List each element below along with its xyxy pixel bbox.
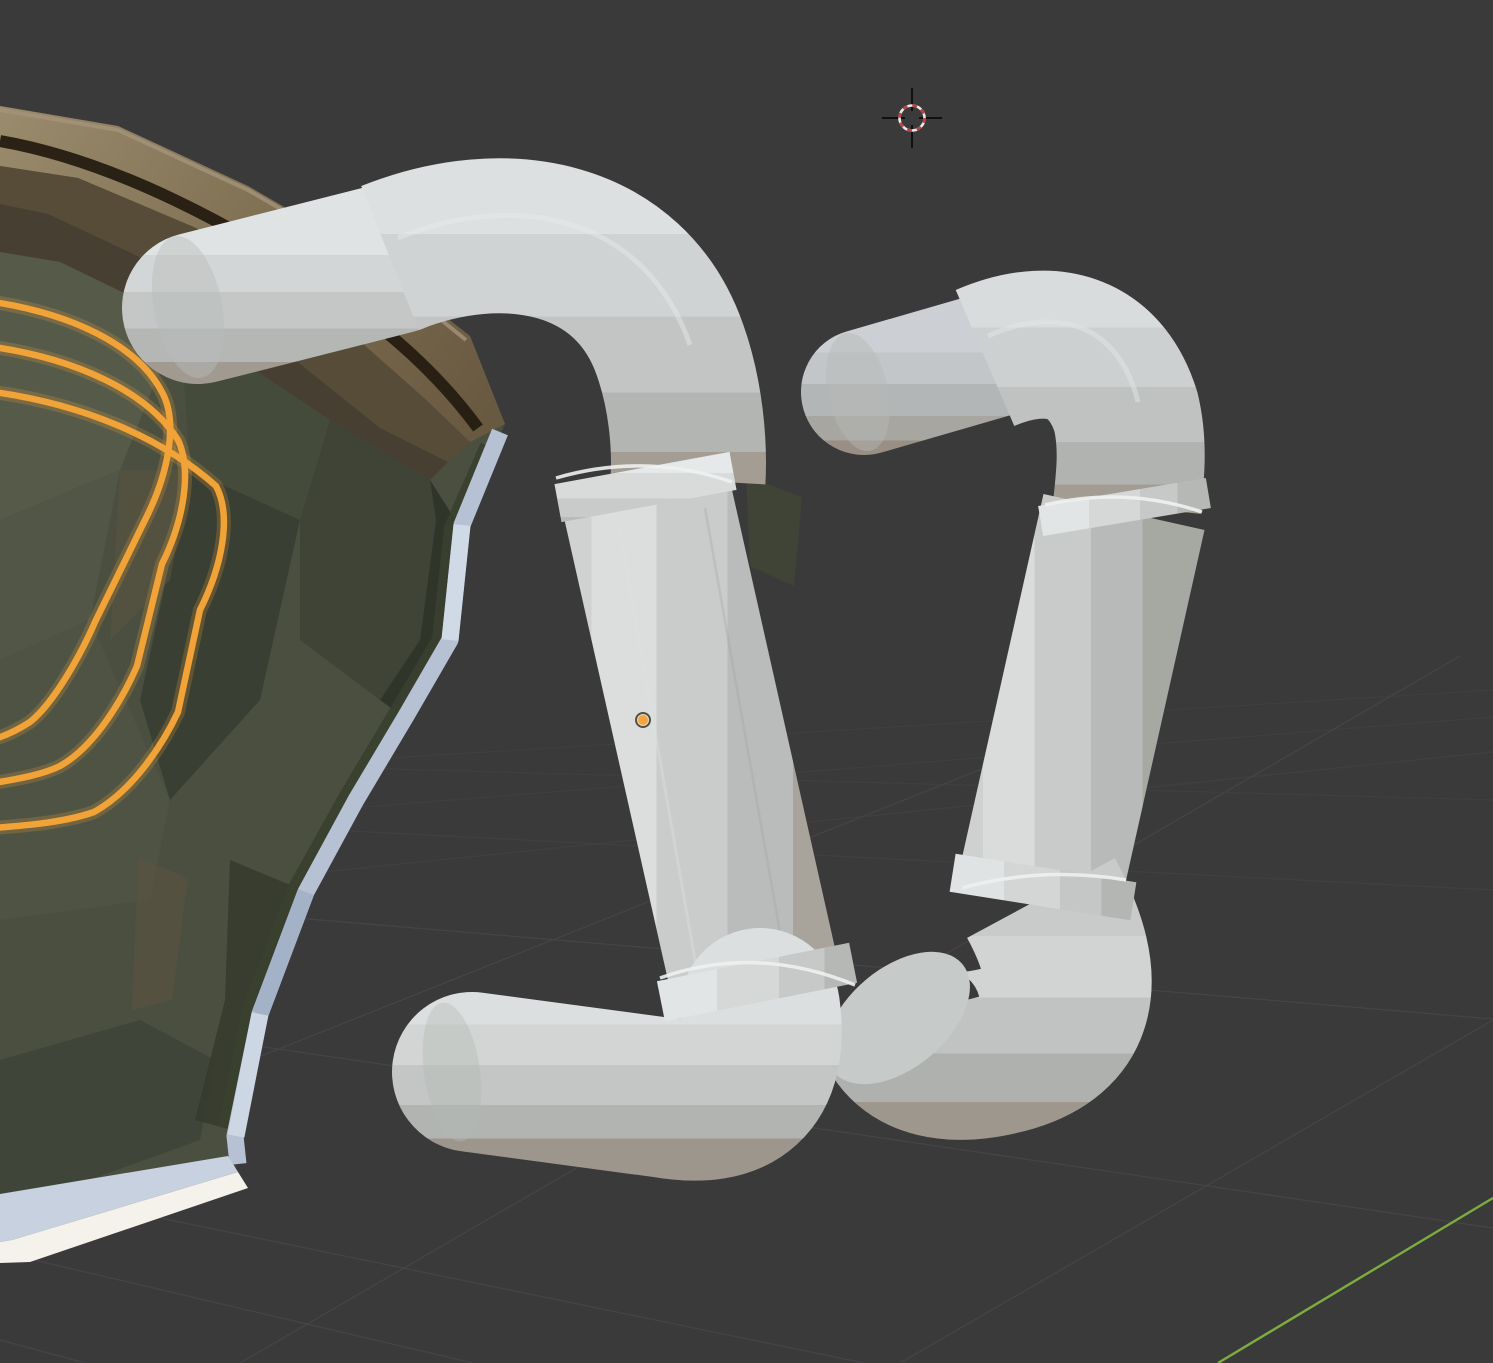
pipe-large-bottom-elbow	[472, 1008, 762, 1101]
pipe-large-collar-top	[642, 468, 649, 506]
origin-point[interactable]	[636, 713, 650, 727]
pipe-small-vertical-tube	[1042, 512, 1124, 878]
pipe-large-vertical-tube	[646, 495, 760, 1002]
viewport-3d[interactable]	[0, 0, 1493, 1363]
pipe-large-top-segment	[198, 258, 395, 308]
pipe-large-collar-bottom	[753, 962, 761, 1002]
origin-dot	[638, 715, 648, 725]
viewport-canvas[interactable]	[0, 0, 1493, 1363]
